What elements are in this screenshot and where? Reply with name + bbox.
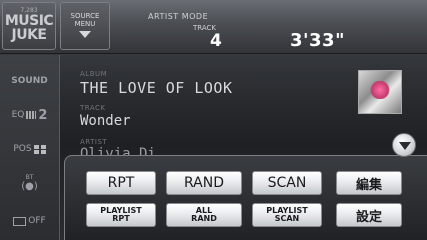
settings-label: 設定 (355, 209, 382, 225)
eq-value: 2 (38, 107, 48, 123)
eq-label: EQ (11, 110, 25, 120)
all-rand-button[interactable]: ALL RAND (166, 203, 242, 227)
settings-button[interactable]: 設定 (336, 203, 402, 227)
music-juke-button[interactable]: 7,283 MUSIC JUKE (2, 2, 56, 50)
music-juke-title: MUSIC JUKE (4, 13, 54, 43)
sidebar-item-eq[interactable]: EQ 2 (2, 99, 57, 131)
sidebar-item-bt[interactable]: BT (●) (2, 167, 57, 199)
playlist-rpt-line2: RPT (112, 214, 130, 223)
rand-button[interactable]: RAND (166, 171, 242, 195)
top-bar: 7,283 MUSIC JUKE SOURCE MENU ARTIST MODE… (0, 0, 427, 54)
artist-label: ARTIST (80, 138, 108, 146)
playlist-scan-button[interactable]: PLAYLIST SCAN (252, 203, 322, 227)
equalizer-icon (26, 111, 37, 119)
playlist-scan-line2: SCAN (274, 214, 300, 223)
sound-label: SOUND (11, 76, 48, 86)
rpt-label: RPT (107, 175, 135, 191)
track-info-label: TRACK (80, 104, 106, 112)
track-title: Wonder (80, 113, 131, 129)
rand-label: RAND (184, 175, 224, 191)
album-value: THE LOVE OF LOOK (80, 79, 233, 97)
scan-button[interactable]: SCAN (252, 171, 322, 195)
mode-label: ARTIST MODE (148, 12, 209, 21)
sidebar-item-sound[interactable]: SOUND (2, 65, 57, 97)
off-label: OFF (28, 216, 46, 226)
edit-label: 編集 (355, 177, 382, 193)
sidebar-item-pos[interactable]: POS (2, 133, 57, 165)
elapsed-time: 3'33" (290, 30, 345, 51)
chevron-down-icon (399, 142, 411, 150)
sidebar: SOUND EQ 2 POS BT (●) OFF (0, 55, 60, 240)
scan-label: SCAN (267, 175, 307, 191)
edit-button[interactable]: 編集 (336, 171, 402, 195)
sidebar-item-off[interactable]: OFF (2, 205, 57, 237)
playlist-rpt-button[interactable]: PLAYLIST RPT (86, 203, 156, 227)
rpt-button[interactable]: RPT (86, 171, 156, 195)
pos-label: POS (13, 144, 32, 154)
chevron-down-icon (79, 31, 91, 38)
audio-screen: 7,283 MUSIC JUKE SOURCE MENU ARTIST MODE… (0, 0, 427, 240)
all-rand-line2: RAND (191, 214, 217, 223)
album-label: ALBUM (80, 70, 108, 78)
source-menu-button[interactable]: SOURCE MENU (60, 2, 110, 50)
source-menu-label: SOURCE MENU (70, 12, 100, 28)
bt-label: BT (25, 174, 34, 181)
seat-position-icon (33, 144, 46, 154)
options-panel (64, 155, 427, 240)
speaker-icon: (●) (21, 181, 38, 192)
album-art-graphic (369, 81, 391, 99)
album-art-image (358, 70, 402, 114)
close-panel-button[interactable] (392, 133, 416, 157)
screen-off-icon (13, 216, 27, 226)
track-number: 4 (210, 31, 222, 51)
